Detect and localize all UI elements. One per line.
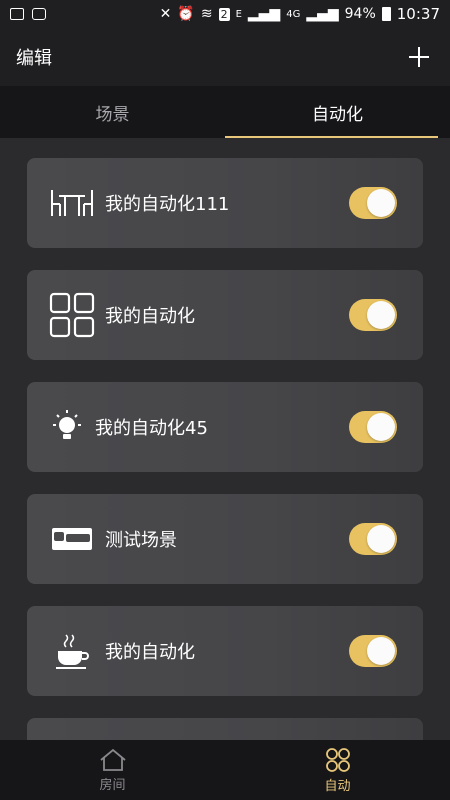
app-header: 编辑 bbox=[0, 28, 450, 86]
nav-rooms-label: 房间 bbox=[99, 777, 126, 793]
tab-automation-label: 自动化 bbox=[312, 104, 363, 125]
alarm-icon: ⏰ bbox=[177, 6, 195, 22]
status-bar: ✕ ⏰ ≋ 2 E ▂▄▆ 4G ▂▄▆ 94% 10:37 bbox=[0, 0, 450, 28]
bottom-navigation: 房间 自动 bbox=[0, 740, 450, 800]
signal-icon: ▂▄▆ bbox=[247, 6, 281, 22]
nav-automation-label: 自动 bbox=[324, 778, 351, 794]
automation-toggle[interactable] bbox=[349, 299, 397, 331]
automation-name: 我的自动化45 bbox=[95, 418, 208, 439]
nav-rooms[interactable]: 房间 bbox=[0, 740, 225, 800]
clover-icon bbox=[325, 747, 350, 772]
network-e-label: E bbox=[235, 8, 242, 20]
clock: 10:37 bbox=[396, 5, 440, 23]
automation-toggle[interactable] bbox=[349, 635, 397, 667]
battery-icon bbox=[381, 7, 391, 21]
plus-icon bbox=[409, 47, 429, 67]
battery-percent: 94% bbox=[344, 6, 376, 22]
grid-icon bbox=[47, 290, 97, 340]
automation-card[interactable]: 我的自动化111 bbox=[27, 158, 423, 248]
automation-toggle[interactable] bbox=[349, 523, 397, 555]
toggle-knob bbox=[367, 301, 395, 329]
dining-table-icon bbox=[47, 178, 97, 228]
add-button[interactable] bbox=[404, 42, 434, 72]
toggle-knob bbox=[367, 525, 395, 553]
automation-list: 我的自动化111 我的自动化 我的自动化45 测试场景 我的自动化 bbox=[0, 138, 450, 740]
automation-card[interactable]: 我的自动化45 bbox=[27, 382, 423, 472]
automation-name: 我的自动化 bbox=[105, 642, 195, 663]
automation-card[interactable]: 我的自动化 bbox=[27, 270, 423, 360]
automation-toggle[interactable] bbox=[349, 187, 397, 219]
tab-scenes-label: 场景 bbox=[95, 104, 130, 125]
automation-card[interactable]: 测试场景 bbox=[27, 494, 423, 584]
tab-automation[interactable]: 自动化 bbox=[225, 86, 450, 138]
nav-automation[interactable]: 自动 bbox=[225, 740, 450, 800]
automation-name: 我的自动化 bbox=[105, 306, 195, 327]
automation-name: 测试场景 bbox=[105, 530, 177, 551]
automation-card-partial[interactable] bbox=[27, 718, 423, 740]
toggle-knob bbox=[367, 637, 395, 665]
network-4g-label: 4G bbox=[286, 8, 301, 20]
toggle-knob bbox=[367, 413, 395, 441]
automation-toggle[interactable] bbox=[349, 411, 397, 443]
mute-vibrate-icon: ✕ bbox=[159, 6, 172, 22]
light-bulb-icon bbox=[47, 402, 87, 452]
bed-icon bbox=[47, 514, 97, 564]
automation-card[interactable]: 我的自动化 bbox=[27, 606, 423, 696]
sim-badge: 2 bbox=[218, 7, 230, 21]
home-icon bbox=[99, 748, 126, 771]
page-title: 编辑 bbox=[16, 48, 52, 69]
tab-scenes[interactable]: 场景 bbox=[0, 86, 225, 138]
coffee-cup-icon bbox=[47, 626, 97, 676]
message-notification-icon bbox=[32, 8, 46, 20]
toggle-knob bbox=[367, 189, 395, 217]
automation-name: 我的自动化111 bbox=[105, 194, 230, 215]
image-notification-icon bbox=[10, 8, 24, 20]
signal-icon-2: ▂▄▆ bbox=[306, 6, 339, 22]
tab-bar: 场景 自动化 bbox=[0, 86, 450, 138]
wifi-icon: ≋ bbox=[200, 6, 213, 22]
